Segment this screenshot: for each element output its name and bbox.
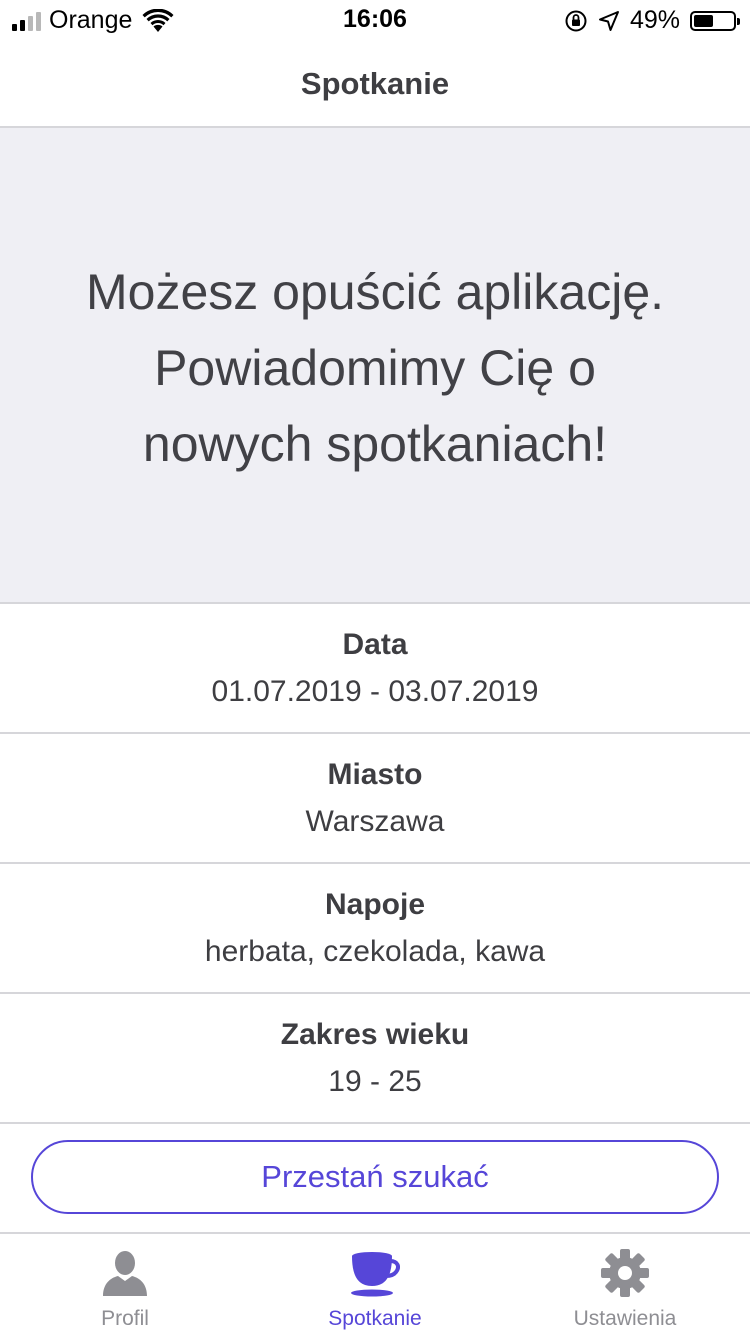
- battery-fill: [694, 14, 713, 27]
- info-row-drinks: Napoje herbata, czekolada, kawa: [0, 864, 750, 994]
- orientation-lock-icon: [565, 10, 587, 31]
- info-label: Miasto: [327, 758, 423, 791]
- tab-spotkanie[interactable]: Spotkanie: [250, 1234, 500, 1336]
- info-row-city: Miasto Warszawa: [0, 734, 750, 864]
- battery-tip: [737, 17, 740, 25]
- battery-icon: [690, 10, 740, 31]
- tab-profil[interactable]: Profil: [0, 1234, 250, 1336]
- info-value: 19 - 25: [328, 1065, 422, 1098]
- info-message: Możesz opuścić aplikację. Powiadomimy Ci…: [40, 254, 710, 482]
- tab-ustawienia[interactable]: Ustawienia: [500, 1234, 750, 1336]
- tab-bar: Profil Spotkanie Ustawienia: [0, 1232, 750, 1336]
- battery-percent: 49%: [629, 6, 680, 34]
- tab-label: Profil: [101, 1307, 149, 1330]
- info-label: Napoje: [324, 888, 426, 921]
- info-message-line: Możesz opuścić aplikację.: [85, 264, 665, 320]
- info-value: 01.07.2019 - 03.07.2019: [211, 675, 539, 708]
- nav-bar: Spotkanie: [0, 40, 750, 128]
- info-value: herbata, czekolada, kawa: [204, 935, 546, 968]
- info-value: Warszawa: [305, 805, 445, 838]
- info-row-date: Data 01.07.2019 - 03.07.2019: [0, 604, 750, 734]
- tab-label: Spotkanie: [328, 1307, 422, 1330]
- info-label: Zakres wieku: [280, 1018, 470, 1051]
- status-right: 49%: [564, 6, 740, 35]
- info-label: Data: [342, 628, 408, 661]
- page-title: Spotkanie: [300, 66, 450, 101]
- person-icon: [103, 1251, 147, 1296]
- status-bar: Orange 16:06 49%: [0, 0, 750, 40]
- tab-label: Ustawienia: [573, 1307, 677, 1330]
- info-message-panel: Możesz opuścić aplikację. Powiadomimy Ci…: [0, 128, 750, 604]
- location-arrow-icon: [598, 10, 619, 31]
- info-message-line: Powiadomimy Cię o: [154, 340, 596, 396]
- gear-icon: [601, 1249, 649, 1297]
- stop-searching-button[interactable]: Przestań szukać: [31, 1140, 719, 1214]
- cup-icon: [351, 1252, 400, 1297]
- info-row-age-range: Zakres wieku 19 - 25: [0, 994, 750, 1124]
- info-message-line: nowych spotkaniach!: [142, 416, 608, 472]
